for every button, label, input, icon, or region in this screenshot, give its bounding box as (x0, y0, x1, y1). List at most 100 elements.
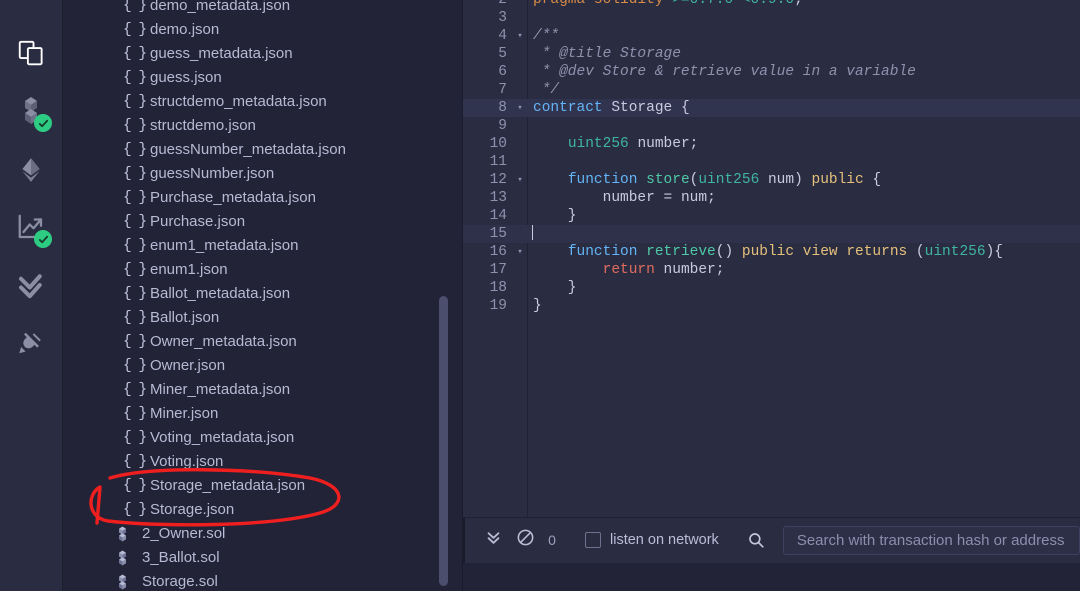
file-list-item[interactable]: { } Miner_metadata.json (63, 378, 463, 402)
code-line: 17 return number; (463, 261, 1080, 279)
remix-ide-window: { } demo_metadata.json{ } demo.json{ } gues… (0, 0, 1080, 591)
fold-arrow-icon (513, 261, 527, 279)
code-line: 19} (463, 297, 1080, 315)
file-list-item[interactable]: { } Ballot_metadata.json (63, 282, 463, 306)
listen-on-network-checkbox[interactable] (585, 532, 601, 548)
file-list-item[interactable]: { } guessNumber_metadata.json (63, 138, 463, 162)
file-list-item[interactable]: 3_Ballot.sol (63, 546, 463, 570)
clear-console-button[interactable] (509, 524, 541, 556)
fold-arrow-icon (513, 117, 527, 135)
file-list-item[interactable]: { } enum1_metadata.json (63, 234, 463, 258)
line-number: 17 (489, 262, 507, 278)
sidebar-item-solidity-compiler[interactable] (8, 88, 54, 134)
editor-column: 2 pragma solidity >=0.7.0 <0.9.0; 3 4 ▾ /** 5 … (463, 0, 1080, 591)
file-list-item[interactable]: { } demo.json (63, 18, 463, 42)
file-list-item[interactable]: { } Owner.json (63, 354, 463, 378)
fold-arrow-icon (513, 9, 527, 27)
code-lines: 2 pragma solidity >=0.7.0 <0.9.0; 3 4 ▾ /** 5 … (463, 0, 1080, 315)
line-number: 12 (489, 172, 507, 188)
file-list-item[interactable]: { } guessNumber.json (63, 162, 463, 186)
file-list-item[interactable]: { } Voting_metadata.json (63, 426, 463, 450)
fold-arrow-icon (513, 153, 527, 171)
code-text: function store(uint256 num) public { (567, 172, 882, 188)
file-list-item[interactable]: { } guess.json (63, 66, 463, 90)
sidebar-item-file-explorer[interactable] (8, 30, 54, 76)
line-number: 7 (498, 82, 507, 98)
code-editor[interactable]: 2 pragma solidity >=0.7.0 <0.9.0; 3 4 ▾ /** 5 … (463, 0, 1080, 517)
fold-arrow-icon[interactable]: ▾ (513, 243, 527, 261)
json-file-icon: { } (123, 429, 147, 446)
fold-arrow-icon (513, 189, 527, 207)
file-name-label: guessNumber_metadata.json (150, 141, 346, 158)
solidity-file-icon (119, 550, 126, 566)
file-list-item[interactable]: { } Storage.json (63, 498, 463, 522)
file-name-label: structdemo_metadata.json (150, 93, 327, 110)
listen-on-network-label[interactable]: listen on network (610, 532, 719, 548)
code-text: } (533, 208, 577, 224)
file-list-item[interactable]: { } guess_metadata.json (63, 42, 463, 66)
line-number: 8 (498, 100, 507, 116)
line-number: 5 (498, 46, 507, 62)
terminal-output-area (463, 563, 1080, 591)
line-number: 4 (498, 28, 507, 44)
code-text: uint256 number; (567, 136, 699, 152)
file-list-item[interactable]: { } Purchase_metadata.json (63, 186, 463, 210)
file-list-item[interactable]: { } Purchase.json (63, 210, 463, 234)
code-line: 16 ▾ function retrieve() public view retu… (463, 243, 1080, 261)
json-file-icon: { } (123, 285, 147, 302)
file-name-label: 3_Ballot.sol (142, 549, 220, 566)
line-number: 15 (489, 226, 507, 242)
json-file-icon: { } (123, 21, 147, 38)
line-number: 9 (498, 118, 507, 134)
code-text: number = num; (602, 190, 716, 206)
terminal-toggle-button[interactable] (477, 524, 509, 556)
file-name-label: Miner_metadata.json (150, 381, 291, 398)
file-list-item[interactable]: { } structdemo.json (63, 114, 463, 138)
file-list-item[interactable]: { } demo_metadata.json (63, 0, 463, 18)
fold-arrow-icon[interactable]: ▾ (513, 99, 527, 117)
code-line: 6 * @dev Store & retrieve value in a var… (463, 63, 1080, 81)
json-file-icon: { } (123, 141, 147, 158)
code-text: } (533, 280, 577, 296)
code-text: contract Storage { (533, 100, 690, 116)
file-name-label: demo_metadata.json (150, 0, 291, 14)
file-list: { } demo_metadata.json{ } demo.json{ } gues… (63, 0, 463, 591)
file-list-item[interactable]: Storage.sol (63, 570, 463, 591)
file-list-item[interactable]: { } structdemo_metadata.json (63, 90, 463, 114)
sidebar-item-deploy-run[interactable] (8, 146, 54, 192)
sidebar-item-analysis[interactable] (8, 204, 54, 250)
file-name-label: enum1.json (150, 261, 228, 278)
fold-arrow-icon[interactable]: ▾ (513, 171, 527, 189)
search-input[interactable] (796, 531, 1079, 549)
fold-arrow-icon[interactable]: ▾ (513, 27, 527, 45)
fold-arrow-icon (513, 81, 527, 99)
file-name-label: guessNumber.json (150, 165, 275, 182)
file-list-scrollbar-thumb[interactable] (439, 296, 448, 586)
code-line: 4 ▾ /** (463, 27, 1080, 45)
sidebar-item-plugin-manager[interactable] (8, 320, 54, 366)
code-line: 18 } (463, 279, 1080, 297)
file-list-item[interactable]: { } Owner_metadata.json (63, 330, 463, 354)
file-list-item[interactable]: { } Miner.json (63, 402, 463, 426)
file-list-item[interactable]: 2_Owner.sol (63, 522, 463, 546)
transaction-search-box[interactable] (782, 525, 1080, 555)
json-file-icon: { } (123, 261, 147, 278)
plug-icon (17, 329, 45, 357)
fold-arrow-icon (513, 0, 527, 9)
json-file-icon: { } (123, 117, 147, 134)
file-list-item[interactable]: { } Voting.json (63, 450, 463, 474)
code-line: 15 (463, 225, 1080, 243)
line-number: 10 (489, 136, 507, 152)
file-list-item[interactable]: { } enum1.json (63, 258, 463, 282)
json-file-icon: { } (123, 405, 147, 422)
search-icon[interactable] (747, 531, 765, 549)
code-line: 12 ▾ function store(uint256 num) public { (463, 171, 1080, 189)
solidity-file-icon (115, 526, 137, 542)
file-list-item[interactable]: { } Ballot.json (63, 306, 463, 330)
sidebar-item-unit-testing[interactable] (8, 262, 54, 308)
file-list-item[interactable]: { } Storage_metadata.json (63, 474, 463, 498)
line-number: 16 (489, 244, 507, 260)
